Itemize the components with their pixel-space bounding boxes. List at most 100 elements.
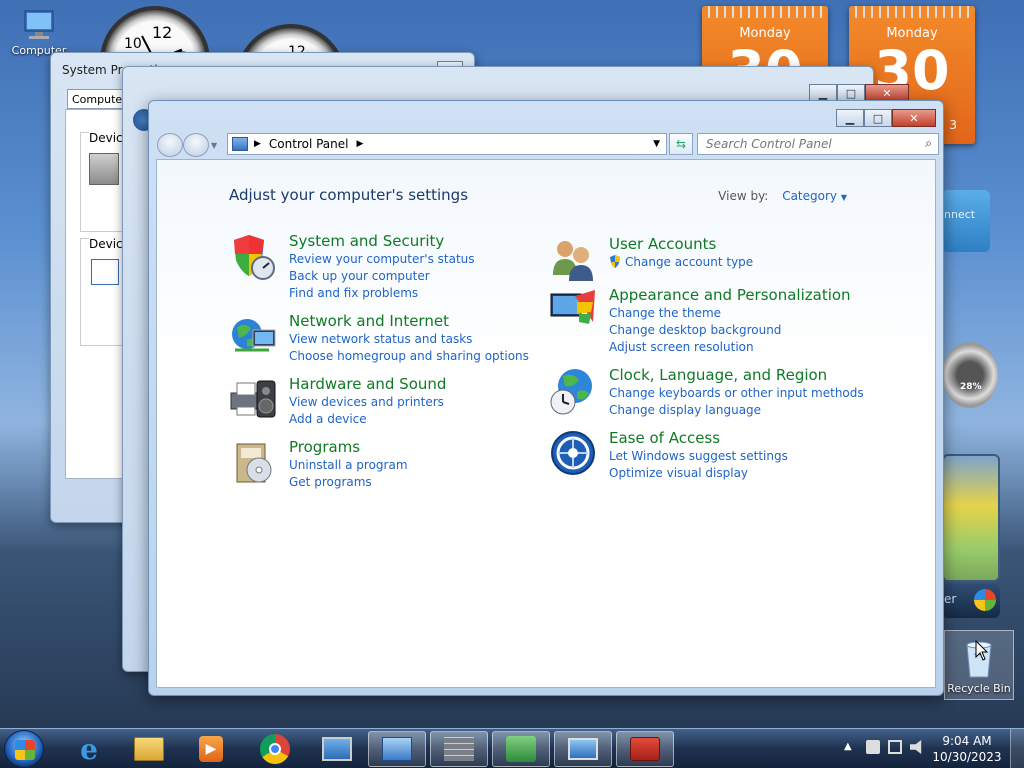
appearance-title[interactable]: Appearance and Personalization [609, 286, 851, 305]
homegroup-sharing-link[interactable]: Choose homegroup and sharing options [289, 348, 529, 365]
refresh-icon: ⇆ [675, 137, 687, 151]
taskbar-windows-explorer[interactable] [120, 731, 178, 767]
get-programs-link[interactable]: Get programs [289, 474, 408, 491]
taskbar-network[interactable] [492, 731, 550, 767]
close-button[interactable]: ✕ [892, 109, 936, 127]
recycle-bin-label: Recycle Bin [947, 682, 1011, 695]
slideshow-gadget[interactable] [942, 454, 1000, 582]
programs-title[interactable]: Programs [289, 438, 408, 457]
ease-of-access-title[interactable]: Ease of Access [609, 429, 788, 448]
close-icon: ✕ [882, 86, 892, 100]
breadcrumb-control-panel[interactable]: Control Panel [269, 137, 349, 151]
connect-gadget[interactable]: nnect [942, 190, 990, 252]
category-appearance: Appearance and Personalization Change th… [549, 286, 851, 356]
monitor-icon [19, 8, 59, 42]
view-by-dropdown[interactable]: Category ▼ [782, 189, 847, 203]
start-button[interactable] [4, 730, 44, 768]
user-accounts-title[interactable]: User Accounts [609, 235, 753, 254]
uac-shield-icon [610, 255, 620, 268]
media-player-icon: ▶ [199, 736, 223, 762]
svg-text:10: 10 [124, 36, 142, 52]
refresh-button[interactable]: ⇆ [669, 133, 693, 155]
view-by-value: Category [782, 189, 838, 203]
change-theme-link[interactable]: Change the theme [609, 305, 851, 322]
clock-language-region-title[interactable]: Clock, Language, and Region [609, 366, 864, 385]
taskbar-system[interactable] [554, 731, 612, 767]
review-status-link[interactable]: Review your computer's status [289, 251, 475, 268]
maximize-icon: □ [872, 111, 884, 125]
address-bar[interactable]: ▶ Control Panel ▶ ▼ [227, 133, 667, 155]
remote-desktop-icon [322, 737, 352, 761]
category-programs: Programs Uninstall a program Get program… [229, 438, 408, 491]
action-center-flag-icon[interactable] [866, 740, 880, 754]
taskbar-internet-explorer[interactable]: e [60, 731, 118, 767]
view-by-label: View by: [718, 189, 769, 203]
tray-time: 9:04 AM [942, 734, 992, 748]
address-dropdown-icon[interactable]: ▼ [653, 139, 660, 149]
change-keyboards-link[interactable]: Change keyboards or other input methods [609, 385, 864, 402]
taskbar-media-player[interactable]: ▶ [182, 731, 240, 767]
forward-button[interactable] [183, 133, 209, 157]
search-icon[interactable]: ⌕ [925, 136, 932, 151]
find-fix-problems-link[interactable]: Find and fix problems [289, 285, 475, 302]
cpu-meter-value: 28% [960, 382, 982, 392]
device-manager-icon [89, 153, 119, 185]
breadcrumb-arrow-icon[interactable]: ▶ [357, 139, 364, 149]
search-input[interactable]: Search Control Panel ⌕ [697, 133, 939, 155]
taskbar-remote-desktop[interactable] [308, 731, 366, 767]
devices-printers-link[interactable]: View devices and printers [289, 394, 446, 411]
network-status-icon[interactable] [888, 740, 902, 754]
minimize-icon: ▁ [845, 111, 855, 125]
minimize-button[interactable]: ▁ [836, 109, 864, 127]
uninstall-program-link[interactable]: Uninstall a program [289, 457, 408, 474]
clock-display[interactable]: 9:04 AM 10/30/2023 [932, 733, 1002, 765]
desktop-computer-icon[interactable]: Computer [8, 8, 70, 57]
control-panel-window[interactable]: ▁ □ ✕ ▼ ▶ Control Panel ▶ ▼ ⇆ Search Con… [148, 100, 944, 696]
cpu-meter-gadget[interactable]: 28% [942, 342, 998, 408]
network-globe-icon [232, 319, 276, 352]
chrome-icon [260, 734, 290, 764]
suggest-settings-link[interactable]: Let Windows suggest settings [609, 448, 788, 465]
back-button[interactable] [157, 133, 183, 157]
user-accounts-icon [553, 241, 593, 281]
globe-clock-icon [550, 369, 592, 415]
system-tray: ▲ 9:04 AM 10/30/2023 [834, 729, 1024, 768]
show-hidden-icons-chevron-icon[interactable]: ▲ [844, 741, 852, 752]
connect-fragment: nnect [944, 208, 976, 221]
hardware-sound-title[interactable]: Hardware and Sound [289, 375, 446, 394]
screen-resolution-link[interactable]: Adjust screen resolution [609, 339, 851, 356]
system-monitor-icon [568, 738, 598, 760]
calendar-rings [849, 6, 975, 18]
close-icon: ✕ [909, 111, 919, 125]
taskbar-chrome[interactable] [246, 731, 304, 767]
minimize-icon: ▁ [818, 86, 828, 100]
network-icon [506, 736, 536, 762]
taskbar-firewall[interactable] [430, 731, 488, 767]
volume-muted-icon[interactable] [910, 740, 922, 754]
breadcrumb-arrow-icon[interactable]: ▶ [254, 139, 261, 149]
category-system-security: System and Security Review your computer… [229, 232, 475, 302]
backup-link[interactable]: Back up your computer [289, 268, 475, 285]
recent-pages-chevron-icon[interactable]: ▼ [211, 141, 217, 150]
maximize-button[interactable]: □ [864, 109, 892, 127]
network-internet-title[interactable]: Network and Internet [289, 312, 529, 331]
add-device-link[interactable]: Add a device [289, 411, 446, 428]
system-security-title[interactable]: System and Security [289, 232, 475, 251]
show-desktop-button[interactable] [1010, 729, 1024, 768]
network-status-link[interactable]: View network status and tasks [289, 331, 529, 348]
change-account-type-link[interactable]: Change account type [609, 254, 753, 271]
calendar-year-fragment: 3 [949, 118, 957, 132]
display-language-link[interactable]: Change display language [609, 402, 864, 419]
optimize-visual-display-link[interactable]: Optimize visual display [609, 465, 788, 482]
category-clock-language-region: Clock, Language, and Region Change keybo… [549, 366, 864, 419]
taskbar-control-panel[interactable] [368, 731, 426, 767]
media-player-gadget[interactable]: er [942, 584, 1000, 618]
change-account-type-label: Change account type [625, 255, 754, 269]
firewall-brick-icon [444, 737, 474, 761]
control-panel-content: Adjust your computer's settings View by:… [156, 159, 936, 688]
maximize-icon: □ [845, 86, 857, 100]
programs-box-icon [236, 443, 272, 483]
taskbar-toolbox[interactable] [616, 731, 674, 767]
toolbox-icon [630, 737, 660, 761]
desktop-background-link[interactable]: Change desktop background [609, 322, 851, 339]
